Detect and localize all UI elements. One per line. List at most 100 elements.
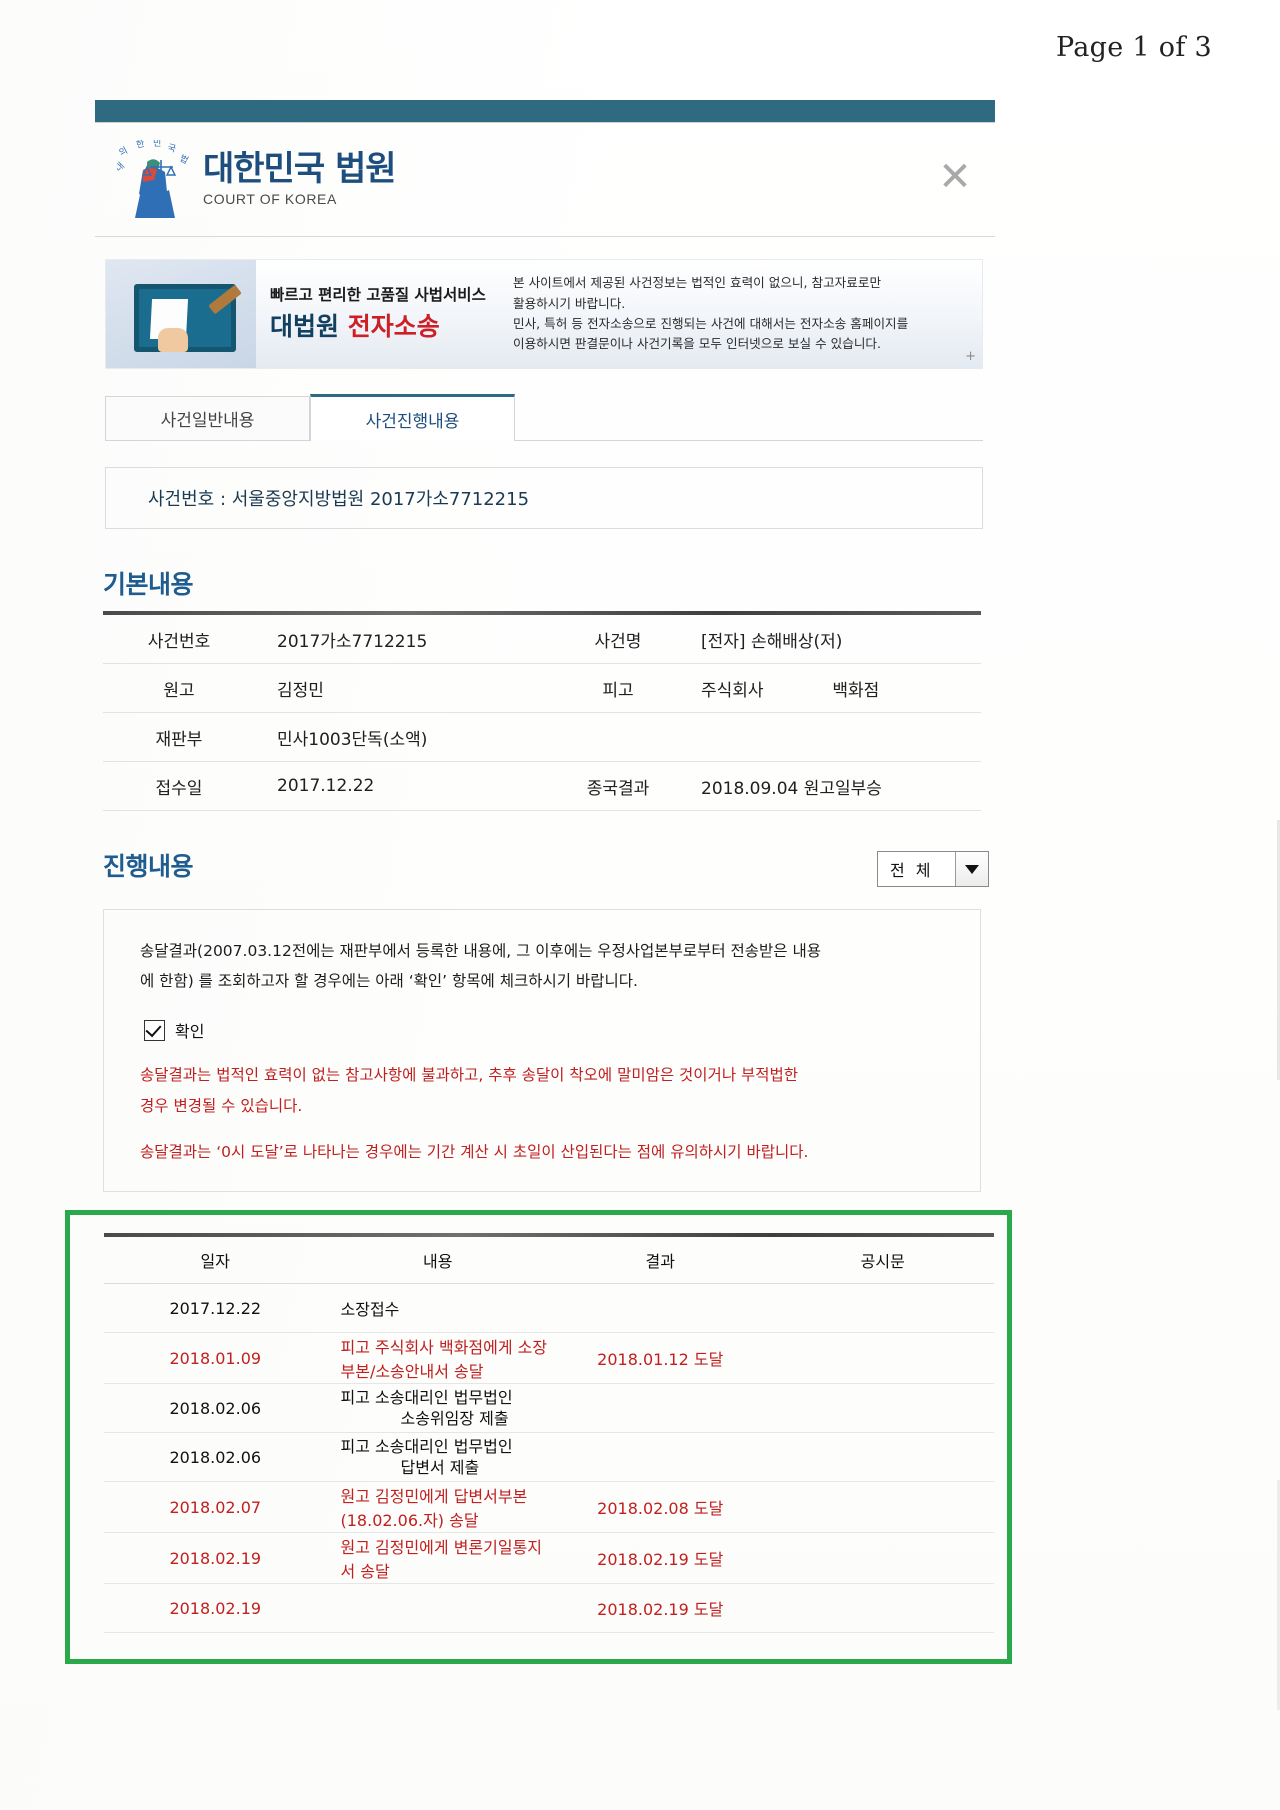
close-icon[interactable]: ✕ xyxy=(933,157,977,201)
progress-section-header: 진행내용 전 체 xyxy=(103,811,989,893)
document-body: 의 한 민 국 법 대 대한민국 법원 COURT OF KOREA ✕ 빠르고… xyxy=(65,100,1012,1665)
confirm-checkbox[interactable] xyxy=(144,1019,165,1041)
table-row: 2018.01.09 피고 주식회사 백화점에게 소장부본/소송안내서 송달 2… xyxy=(104,1332,994,1385)
hand-icon xyxy=(158,328,188,352)
banner-illustration xyxy=(106,260,256,368)
notice-red-line2: 경우 변경될 수 있습니다. xyxy=(140,1096,303,1115)
label-empty xyxy=(557,712,679,762)
banner-slogan-daebeopwon: 대법원 xyxy=(270,311,340,341)
case-number-bar: 사건번호 : 서울중앙지방법원 2017가소7712215 xyxy=(105,467,983,529)
value-defendant-corp: 주식회사 xyxy=(701,680,764,701)
cell-content: 피고 소송대리인 법무법인 답변서 제출 xyxy=(326,1432,549,1483)
tab-case-general[interactable]: 사건일반내용 xyxy=(105,396,310,440)
cell-date: 2018.02.06 xyxy=(104,1432,327,1483)
cell-content: 피고 주식회사 백화점에게 소장부본/소송안내서 송달 xyxy=(326,1332,549,1385)
table-header-row: 일자 내용 결과 공시문 xyxy=(104,1237,994,1285)
cell-result: 2018.02.19 도달 xyxy=(549,1532,772,1585)
delivery-notice-panel: 송달결과(2007.03.12전에는 재판부에서 등록한 내용에, 그 이후에는… xyxy=(103,909,981,1193)
cell-content-line1: 피고 소송대리인 법무법인 xyxy=(340,1387,513,1407)
label-final-result: 종국결과 xyxy=(557,761,679,811)
banner-notice-text: 본 사이트에서 제공된 사건정보는 법적인 효력이 없으니, 참고자료로만 활용… xyxy=(505,273,982,355)
cell-date: 2018.01.09 xyxy=(104,1332,327,1385)
cell-result xyxy=(549,1383,772,1434)
case-tabs: 사건일반내용 사건진행내용 xyxy=(105,393,983,441)
notice-red-line1: 송달결과는 법적인 효력이 없는 참고사항에 불과하고, 추후 송달이 착오에 … xyxy=(140,1066,799,1085)
cell-content: 원고 김정민에게 답변서부본(18.02.06.자) 송달 xyxy=(326,1481,549,1534)
page-number: Page 1 of 3 xyxy=(1056,32,1212,63)
court-logo[interactable]: 의 한 민 국 법 대 대한민국 법원 COURT OF KOREA xyxy=(113,138,397,218)
label-court-division: 재판부 xyxy=(103,712,255,762)
table-row: 2017.12.22 소장접수 xyxy=(104,1283,994,1334)
table-row: 2018.02.06 피고 소송대리인 법무법인 답변서 제출 xyxy=(104,1432,994,1483)
banner-note-line2: 활용하시기 바랍니다. xyxy=(513,295,626,311)
basic-info-table: 사건번호 2017가소7712215 사건명 [전자] 손해배상(저) 원고 김… xyxy=(103,615,981,811)
cell-content xyxy=(326,1583,549,1634)
cell-result: 2018.02.19 도달 xyxy=(549,1583,772,1634)
cell-result: 2018.01.12 도달 xyxy=(549,1332,772,1385)
tab-case-progress[interactable]: 사건진행내용 xyxy=(310,394,515,441)
cell-content: 피고 소송대리인 법무법인 소송위임장 제출 xyxy=(326,1383,549,1434)
chevron-down-icon[interactable] xyxy=(955,852,988,886)
svg-text:국: 국 xyxy=(166,142,177,155)
cell-public xyxy=(771,1481,994,1534)
confirm-checkbox-row[interactable]: 확인 xyxy=(144,1018,946,1042)
table-row: 2018.02.07 원고 김정민에게 답변서부본(18.02.06.자) 송달… xyxy=(104,1481,994,1534)
label-case-number: 사건번호 xyxy=(103,615,255,664)
cell-content-line2: 소송위임장 제출 xyxy=(400,1409,509,1429)
notice-line2: 에 한함) 를 조회하고자 할 경우에는 아래 ‘확인’ 항목에 체크하시기 바… xyxy=(140,972,638,991)
label-plaintiff: 원고 xyxy=(103,663,255,713)
confirm-checkbox-label: 확인 xyxy=(175,1022,205,1042)
cell-content: 소장접수 xyxy=(326,1283,549,1334)
highlight-box-progress-table: 일자 내용 결과 공시문 2017.12.22 소장접수 2018.01.09 … xyxy=(65,1210,1012,1665)
cell-date: 2018.02.06 xyxy=(104,1383,327,1434)
label-defendant: 피고 xyxy=(557,663,679,713)
progress-section-title: 진행내용 xyxy=(103,852,194,881)
cell-public xyxy=(771,1532,994,1585)
top-accent-bar xyxy=(95,100,995,122)
progress-filter-value: 전 체 xyxy=(890,861,934,880)
case-number-text: 사건번호 : 서울중앙지방법원 2017가소7712215 xyxy=(148,489,530,510)
cell-date: 2018.02.19 xyxy=(104,1532,327,1585)
column-header-result: 결과 xyxy=(549,1237,772,1285)
svg-text:법: 법 xyxy=(178,153,190,167)
value-filing-date: 2017.12.22 xyxy=(255,761,557,811)
plus-icon[interactable]: + xyxy=(965,349,976,364)
svg-text:의: 의 xyxy=(117,145,129,159)
cell-result xyxy=(549,1283,772,1334)
value-empty xyxy=(679,712,981,762)
cell-public xyxy=(771,1383,994,1434)
cell-content: 원고 김정민에게 변론기일통지서 송달 xyxy=(326,1532,549,1585)
banner-slogan: 빠르고 편리한 고품질 사법서비스 대법원 전자소송 xyxy=(256,285,505,344)
table-row: 재판부 민사1003단독(소액) xyxy=(103,712,981,762)
cell-public xyxy=(771,1432,994,1483)
cell-date: 2018.02.07 xyxy=(104,1481,327,1534)
table-row: 사건번호 2017가소7712215 사건명 [전자] 손해배상(저) xyxy=(103,615,981,664)
cell-content-line2: 답변서 제출 xyxy=(400,1458,480,1478)
value-case-number: 2017가소7712215 xyxy=(255,615,557,664)
notice-red-line3: 송달결과는 ‘0시 도달’로 나타나는 경우에는 기간 계산 시 초일이 산입된… xyxy=(140,1142,809,1161)
progress-filter-select[interactable]: 전 체 xyxy=(877,851,989,887)
column-header-public: 공시문 xyxy=(771,1237,994,1285)
cell-public xyxy=(771,1583,994,1634)
banner-note-line1: 본 사이트에서 제공된 사건정보는 법적인 효력이 없으니, 참고자료로만 xyxy=(513,275,882,291)
cell-result xyxy=(549,1432,772,1483)
value-plaintiff: 김정민 xyxy=(255,663,557,713)
svg-text:한: 한 xyxy=(135,140,146,151)
table-row: 2018.02.06 피고 소송대리인 법무법인 소송위임장 제출 xyxy=(104,1383,994,1434)
logo-title-en: COURT OF KOREA xyxy=(203,191,337,207)
cell-result: 2018.02.08 도달 xyxy=(549,1481,772,1534)
value-final-result: 2018.09.04 원고일부승 xyxy=(679,761,981,811)
progress-table: 일자 내용 결과 공시문 2017.12.22 소장접수 2018.01.09 … xyxy=(104,1237,994,1634)
table-row: 2018.02.19 2018.02.19 도달 xyxy=(104,1583,994,1634)
banner-note-line4: 이용하시면 판결문이나 사건기록을 모두 인터넷으로 보실 수 있습니다. xyxy=(513,336,882,352)
cell-public xyxy=(771,1332,994,1385)
value-court-division: 민사1003단독(소액) xyxy=(255,712,557,762)
e-litigation-banner[interactable]: 빠르고 편리한 고품질 사법서비스 대법원 전자소송 본 사이트에서 제공된 사… xyxy=(105,259,983,369)
svg-text:대: 대 xyxy=(117,160,127,174)
column-header-content: 내용 xyxy=(326,1237,549,1285)
banner-note-line3: 민사, 특허 등 전자소송으로 진행되는 사건에 대해서는 전자소송 홈페이지를 xyxy=(513,316,909,331)
svg-text:민: 민 xyxy=(153,140,161,149)
table-row: 접수일 2017.12.22 종국결과 2018.09.04 원고일부승 xyxy=(103,761,981,811)
notice-line1: 송달결과(2007.03.12전에는 재판부에서 등록한 내용에, 그 이후에는… xyxy=(140,942,822,960)
cell-public xyxy=(771,1283,994,1334)
